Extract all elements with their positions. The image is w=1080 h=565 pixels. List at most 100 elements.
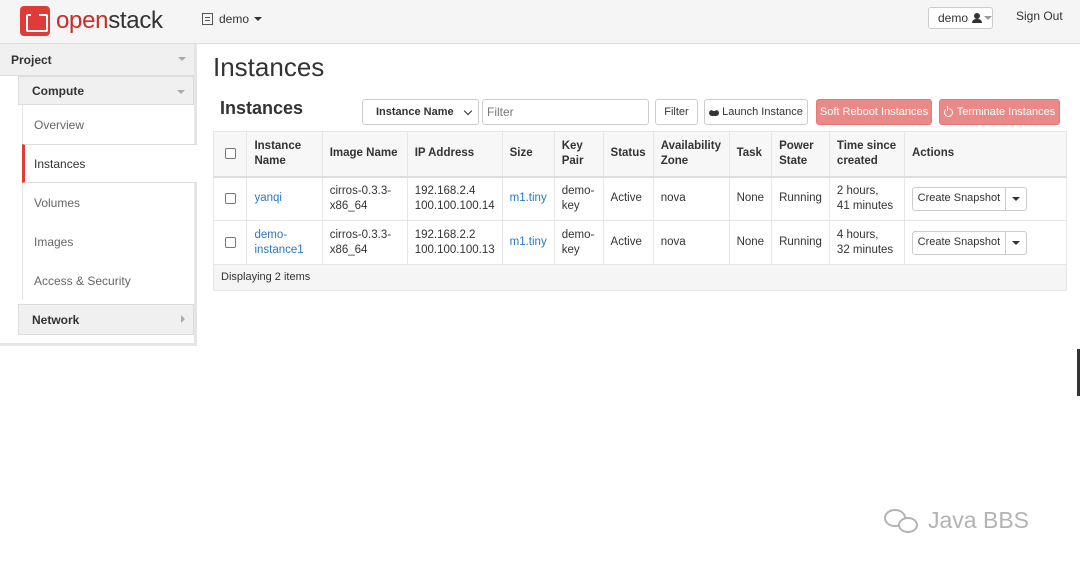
filter-input[interactable] — [482, 99, 649, 125]
brand-name: openstack — [56, 7, 163, 34]
column-header[interactable]: Status — [602, 131, 654, 178]
column-header: Actions — [903, 131, 1068, 178]
ip-address-line: 192.168.2.2 — [414, 228, 476, 241]
power-icon — [943, 105, 953, 117]
column-header[interactable]: Instance Name — [246, 131, 323, 178]
chevron-down-icon — [178, 57, 186, 61]
sidebar-section-network-label: Network — [32, 312, 80, 327]
table-row: yanqi cirros-0.3.3-x86_64 192.168.2.4 100… — [212, 176, 1068, 221]
status-cell: Active — [602, 220, 654, 265]
row-select-cell — [212, 176, 248, 221]
task-cell: None — [728, 220, 773, 265]
create-snapshot-button[interactable]: Create Snapshot — [911, 186, 1006, 211]
time-line: 4 hours, — [836, 228, 879, 241]
row-checkbox[interactable] — [225, 237, 236, 248]
column-header[interactable]: Size — [501, 131, 555, 178]
top-navbar: openstack demo demo Sign Out — [0, 0, 1080, 44]
row-actions-dropdown[interactable] — [1005, 230, 1027, 255]
ip-address-line: 100.100.100.13 — [414, 243, 495, 256]
column-header[interactable]: Key Pair — [553, 131, 604, 178]
instance-name-link[interactable]: yanqi — [246, 176, 323, 221]
sidebar: Project Compute Overview Instances Volum… — [0, 44, 197, 346]
size-link[interactable]: m1.tiny — [501, 176, 555, 221]
soft-reboot-button[interactable]: Soft Reboot Instances — [816, 99, 932, 125]
sign-out-link[interactable]: Sign Out — [1016, 9, 1063, 23]
availability-zone-cell: nova — [652, 176, 730, 221]
column-header[interactable]: Task — [728, 131, 773, 178]
watermark-text: Java BBS — [928, 506, 1029, 533]
watermark: Java BBS — [880, 505, 1029, 535]
status-cell: Active — [602, 176, 654, 221]
table-header-row: Instance Name Image Name IP Address Size… — [212, 131, 1068, 178]
create-snapshot-button[interactable]: Create Snapshot — [911, 230, 1006, 255]
column-header[interactable]: Image Name — [321, 131, 408, 178]
project-icon — [202, 13, 213, 25]
time-line: 2 hours, — [836, 184, 879, 197]
chevron-down-icon — [1011, 196, 1020, 201]
ip-address-line: 192.168.2.4 — [414, 184, 476, 197]
openstack-logo-icon — [20, 6, 50, 36]
launch-instance-label: Launch Instance — [722, 106, 803, 118]
availability-zone-cell: nova — [652, 220, 730, 265]
row-checkbox[interactable] — [225, 193, 236, 205]
sidebar-item-volumes[interactable]: Volumes — [22, 183, 194, 222]
column-header[interactable]: Power State — [771, 131, 830, 178]
filter-button[interactable]: Filter — [655, 99, 698, 125]
chevron-down-icon — [177, 90, 185, 94]
column-header[interactable]: Time since created — [828, 131, 905, 178]
sidebar-section-compute-label: Compute — [32, 83, 84, 98]
sidebar-item-instances[interactable]: Instances — [22, 144, 197, 183]
user-menu-label: demo — [938, 11, 969, 25]
size-link[interactable]: m1.tiny — [501, 220, 555, 265]
task-cell: None — [728, 176, 773, 221]
sidebar-section-compute[interactable]: Compute — [18, 76, 194, 105]
chevron-down-icon — [463, 106, 473, 116]
key-pair-cell: demo-key — [553, 176, 604, 221]
time-line: 32 minutes — [836, 243, 894, 256]
project-switcher[interactable]: demo — [202, 12, 263, 26]
power-state-cell: Running — [771, 176, 830, 221]
power-state-cell: Running — [771, 220, 830, 265]
sidebar-item-overview[interactable]: Overview — [22, 105, 194, 144]
filter-field-select-value: Instance Name — [376, 106, 454, 118]
sidebar-section-project[interactable]: Project — [0, 44, 194, 76]
sidebar-item-images[interactable]: Images — [22, 222, 194, 261]
row-actions-dropdown[interactable] — [1005, 186, 1027, 211]
time-since-created-cell: 4 hours, 32 minutes — [828, 220, 905, 265]
page-title: Instances — [213, 52, 325, 82]
actions-cell: Create Snapshot — [903, 176, 1068, 221]
filter-field-select[interactable]: Instance Name — [362, 99, 479, 125]
instance-name-link[interactable]: demo-instance1 — [246, 220, 323, 265]
chevron-right-icon — [181, 315, 185, 323]
chevron-down-icon — [984, 16, 992, 20]
sidebar-section-network[interactable]: Network — [18, 304, 194, 335]
column-header[interactable]: Availability Zone — [652, 131, 730, 178]
instances-table: Instance Name Image Name IP Address Size… — [212, 131, 1068, 291]
select-all-checkbox[interactable] — [225, 148, 236, 160]
key-pair-cell: demo-key — [553, 220, 604, 265]
sidebar-section-project-label: Project — [11, 52, 52, 67]
table-footer: Displaying 2 items — [213, 264, 1067, 291]
user-menu[interactable]: demo — [928, 7, 993, 29]
chevron-down-icon — [1011, 240, 1020, 245]
cloud-upload-icon — [709, 107, 720, 117]
launch-instance-button[interactable]: Launch Instance — [704, 99, 808, 125]
column-header[interactable]: IP Address — [406, 131, 503, 178]
terminate-instances-button[interactable]: Terminate Instances — [939, 99, 1060, 125]
chevron-down-icon — [254, 17, 263, 21]
image-name-cell: cirros-0.3.3-x86_64 — [321, 220, 408, 265]
image-name-cell: cirros-0.3.3-x86_64 — [321, 176, 408, 221]
ip-address-cell: 192.168.2.2 100.100.100.13 — [406, 220, 503, 265]
wechat-icon — [880, 505, 924, 535]
user-icon — [972, 13, 982, 23]
brand[interactable]: openstack — [20, 6, 163, 36]
project-switcher-label: demo — [219, 12, 250, 26]
time-since-created-cell: 2 hours, 41 minutes — [828, 176, 905, 221]
section-title: Instances — [220, 98, 304, 118]
actions-cell: Create Snapshot — [903, 220, 1068, 265]
row-action-group: Create Snapshot — [911, 186, 1059, 211]
ip-address-line: 100.100.100.14 — [414, 199, 495, 212]
sidebar-item-access-security[interactable]: Access & Security — [22, 261, 194, 300]
table-row: demo-instance1 cirros-0.3.3-x86_64 192.1… — [212, 220, 1068, 265]
row-select-cell — [212, 220, 248, 265]
